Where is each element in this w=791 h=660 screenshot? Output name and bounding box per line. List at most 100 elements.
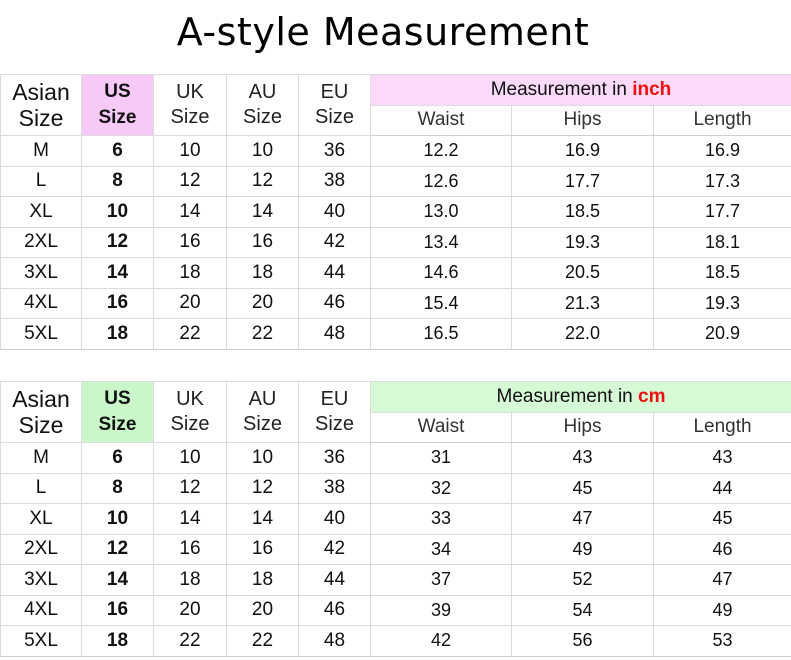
header-text: AU [248,388,277,410]
au-size-cell: 14 [226,196,299,228]
au-size-header: AU Size [226,74,299,136]
au-size-cell: 22 [226,318,299,350]
waist-cell: 14.6 [370,257,512,289]
eu-size-cell: 48 [298,625,371,657]
au-size-cell: 20 [226,287,299,319]
waist-cell: 16.5 [370,318,512,350]
hips-header: Hips [511,104,654,136]
au-size-cell: 18 [226,257,299,289]
au-size-cell: 22 [226,625,299,657]
eu-size-cell: 42 [298,533,371,565]
au-size-cell: 10 [226,135,299,167]
hips-cell: 17.7 [511,165,654,197]
table-row: L 8 12 12 38 12.6 17.7 17.3 [0,165,791,197]
us-size-cell: 16 [81,287,154,319]
header-text: US [104,388,131,409]
waist-cell: 34 [370,533,512,565]
length-cell: 16.9 [652,135,791,167]
table-row: XL 10 14 14 40 13.0 18.5 17.7 [0,196,791,228]
asian-size-cell: XL [0,196,82,228]
table-row: XL 10 14 14 40 33 47 45 [0,503,791,535]
us-size-cell: 18 [81,318,154,350]
eu-size-header: EU Size [298,74,371,136]
eu-size-cell: 44 [298,564,371,596]
uk-size-cell: 10 [153,442,227,474]
us-size-cell: 12 [81,226,154,258]
hips-cell: 22.0 [511,318,654,350]
table-row: 3XL 14 18 18 44 37 52 47 [0,564,791,596]
us-size-cell: 14 [81,257,154,289]
au-size-cell: 18 [226,564,299,596]
inch-size-table: Asian Size US Size UK Size AU Size EU Si… [0,74,791,350]
us-size-cell: 6 [81,135,154,167]
au-size-cell: 16 [226,533,299,565]
length-cell: 44 [652,472,791,504]
unit-label: inch [632,78,672,100]
uk-size-header: UK Size [153,74,227,136]
waist-cell: 31 [370,442,512,474]
us-size-cell: 16 [81,594,154,626]
us-size-cell: 10 [81,196,154,228]
hips-cell: 21.3 [511,287,654,319]
inch-table-body: M 6 10 10 36 12.2 16.9 16.9 L 8 12 12 38 12.6 17.7 17.3… [0,135,791,350]
eu-size-cell: 42 [298,226,371,258]
us-size-cell: 6 [81,442,154,474]
header-text: US [104,81,131,102]
asian-size-cell: 4XL [0,594,82,626]
uk-size-cell: 14 [153,196,227,228]
header-text: Size [98,414,137,435]
table-row: M 6 10 10 36 12.2 16.9 16.9 [0,135,791,167]
header-text: Size [315,106,354,128]
header-row-top: Asian Size US Size UK Size AU Size EU Si… [0,74,791,136]
header-text: Size [98,107,137,128]
length-cell: 53 [652,625,791,657]
table-row: 4XL 16 20 20 46 39 54 49 [0,594,791,626]
measurement-caption: Measurement in cm [369,381,791,413]
asian-size-cell: 3XL [0,257,82,289]
waist-header: Waist [370,104,512,136]
eu-size-cell: 36 [298,135,371,167]
asian-size-header: Asian Size [0,74,82,136]
uk-size-cell: 22 [153,318,227,350]
us-size-header: US Size [81,74,154,136]
header-text: UK [176,388,204,410]
header-text: AU [248,81,277,103]
header-row-top: Asian Size US Size UK Size AU Size EU Si… [0,381,791,443]
uk-size-cell: 12 [153,165,227,197]
header-text: Size [243,413,282,435]
length-cell: 46 [652,533,791,565]
waist-cell: 32 [370,472,512,504]
us-size-cell: 18 [81,625,154,657]
uk-size-cell: 10 [153,135,227,167]
eu-size-header: EU Size [298,381,371,443]
length-cell: 18.5 [652,257,791,289]
hips-cell: 20.5 [511,257,654,289]
waist-cell: 12.6 [370,165,512,197]
cm-size-table: Asian Size US Size UK Size AU Size EU Si… [0,381,791,657]
au-size-cell: 14 [226,503,299,535]
us-size-cell: 14 [81,564,154,596]
header-text: Asian [12,386,70,412]
table-row: 2XL 12 16 16 42 13.4 19.3 18.1 [0,226,791,258]
us-size-cell: 10 [81,503,154,535]
au-size-cell: 12 [226,472,299,504]
length-cell: 18.1 [652,226,791,258]
length-cell: 47 [652,564,791,596]
asian-size-cell: 5XL [0,318,82,350]
eu-size-cell: 40 [298,196,371,228]
header-text: Size [315,413,354,435]
waist-cell: 13.0 [370,196,512,228]
header-text: UK [176,81,204,103]
uk-size-cell: 20 [153,594,227,626]
au-size-cell: 16 [226,226,299,258]
uk-size-cell: 18 [153,564,227,596]
hips-cell: 54 [511,594,654,626]
eu-size-cell: 46 [298,594,371,626]
uk-size-header: UK Size [153,381,227,443]
eu-size-cell: 36 [298,442,371,474]
asian-size-cell: M [0,442,82,474]
asian-size-cell: L [0,472,82,504]
hips-cell: 43 [511,442,654,474]
asian-size-cell: 5XL [0,625,82,657]
cm-table-body: M 6 10 10 36 31 43 43 L 8 12 12 38 32 45 44 XL 10 14 14 40 33… [0,442,791,657]
